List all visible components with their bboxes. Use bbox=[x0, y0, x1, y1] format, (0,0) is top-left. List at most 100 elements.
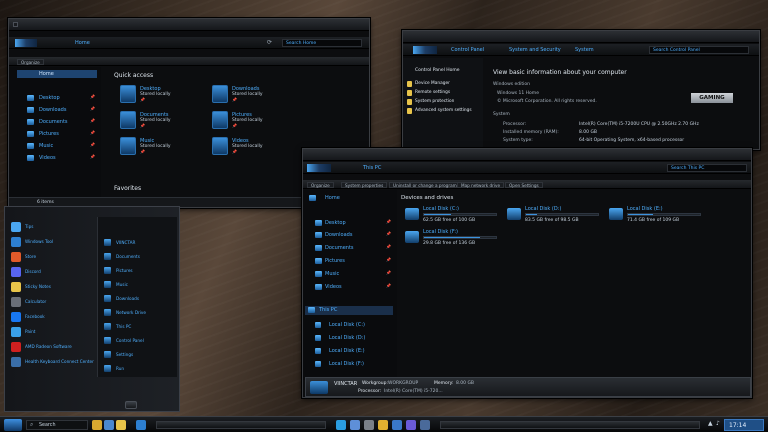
teams-icon[interactable] bbox=[406, 420, 416, 430]
nav-item-home[interactable]: Home bbox=[303, 194, 397, 203]
quick-access-tile[interactable]: Desktop Stored locally 📌 bbox=[120, 83, 200, 105]
start-link-network[interactable]: Network Drive bbox=[104, 307, 174, 319]
search-input[interactable]: Search Home bbox=[282, 39, 362, 47]
nav-item-documents[interactable]: Documents 📌 bbox=[9, 118, 101, 127]
start-item-label: Calculator bbox=[25, 299, 47, 304]
chrome-icon[interactable] bbox=[378, 420, 388, 430]
start-menu[interactable]: Tips Windows Tool Store Discord Sticky N… bbox=[4, 206, 180, 412]
nav-item-drive-e[interactable]: Local Disk (E:) bbox=[303, 347, 397, 356]
start-item-facebook[interactable]: Facebook bbox=[11, 311, 91, 323]
open-settings-button[interactable]: Open Settings bbox=[505, 182, 543, 188]
quick-access-tile[interactable]: Pictures Stored locally 📌 bbox=[212, 109, 292, 131]
uninstall-program-button[interactable]: Uninstall or change a program bbox=[389, 182, 461, 188]
start-left-column: Tips Windows Tool Store Discord Sticky N… bbox=[5, 213, 97, 383]
nav-item-desktop[interactable]: Desktop 📌 bbox=[303, 219, 397, 228]
store-icon[interactable] bbox=[350, 420, 360, 430]
network-icon[interactable]: ▲ bbox=[708, 420, 713, 427]
nav-item-this-pc[interactable]: This PC bbox=[305, 306, 393, 315]
mail-icon[interactable] bbox=[392, 420, 402, 430]
volume-icon[interactable]: ♪ bbox=[716, 420, 720, 427]
start-item-windows-tool[interactable]: Windows Tool bbox=[11, 236, 91, 248]
system-properties-button[interactable]: System properties bbox=[341, 182, 388, 188]
quick-access-tile[interactable]: Documents Stored locally 📌 bbox=[120, 109, 200, 131]
address-bar[interactable]: Home ⟳ Search Home bbox=[9, 37, 369, 49]
taskbar-search[interactable]: ⌕ Search bbox=[26, 420, 88, 430]
start-item-calculator[interactable]: Calculator bbox=[11, 296, 91, 308]
breadcrumb-control-panel[interactable]: Control Panel bbox=[451, 47, 484, 53]
title-bar[interactable] bbox=[9, 19, 369, 31]
start-link-this-pc[interactable]: This PC bbox=[104, 321, 174, 333]
address-bar[interactable]: This PC Search This PC bbox=[303, 162, 751, 174]
sidebar-link-protection[interactable]: System protection bbox=[407, 98, 483, 106]
nav-item-music[interactable]: Music 📌 bbox=[303, 270, 397, 279]
start-item-store[interactable]: Store bbox=[11, 251, 91, 263]
sidebar-link-device-manager[interactable]: Device Manager bbox=[407, 80, 483, 88]
control-panel-window[interactable]: Control Panel System and Security System… bbox=[402, 30, 760, 150]
start-link-pictures[interactable]: Pictures bbox=[104, 265, 174, 277]
nav-item-drive-d[interactable]: Local Disk (D:) bbox=[303, 334, 397, 343]
nav-item-videos[interactable]: Videos 📌 bbox=[303, 283, 397, 292]
drive-tile[interactable]: Local Disk (D:) 83.5 GB free of 98.5 GB bbox=[507, 205, 602, 227]
nav-item-videos[interactable]: Videos 📌 bbox=[9, 154, 101, 163]
start-link-run[interactable]: Run bbox=[104, 363, 174, 375]
sidebar-link-home[interactable]: Control Panel Home bbox=[415, 68, 460, 73]
quick-access-tile[interactable]: Videos Stored locally 📌 bbox=[212, 135, 292, 157]
drive-tile[interactable]: Local Disk (C:) 62.5 GB free of 100 GB bbox=[405, 205, 500, 227]
start-link-settings[interactable]: Settings bbox=[104, 349, 174, 361]
nav-item-drive-f[interactable]: Local Disk (F:) bbox=[303, 360, 397, 369]
search-input[interactable]: Search This PC bbox=[667, 164, 747, 172]
title-bar[interactable] bbox=[403, 31, 759, 43]
drive-tile[interactable]: Local Disk (E:) 71.4 GB free of 109 GB bbox=[609, 205, 704, 227]
file-explorer-icon[interactable] bbox=[136, 420, 146, 430]
nav-item-home[interactable]: Home bbox=[17, 70, 97, 78]
nav-item-documents[interactable]: Documents 📌 bbox=[303, 244, 397, 253]
nav-item-downloads[interactable]: Downloads 📌 bbox=[9, 106, 101, 115]
edge-icon[interactable] bbox=[336, 420, 346, 430]
quick-access-tile[interactable]: Downloads Stored locally 📌 bbox=[212, 83, 292, 105]
nav-item-downloads[interactable]: Downloads 📌 bbox=[303, 231, 397, 240]
sidebar-link-remote[interactable]: Remote settings bbox=[407, 89, 483, 97]
organize-button[interactable]: Organize bbox=[17, 59, 44, 65]
drive-icon bbox=[405, 231, 419, 243]
settings-icon[interactable] bbox=[364, 420, 374, 430]
explorer-icon[interactable] bbox=[116, 420, 126, 430]
app-icon[interactable] bbox=[420, 420, 430, 430]
breadcrumb-system[interactable]: System bbox=[575, 47, 594, 53]
task-view-icon[interactable] bbox=[104, 420, 114, 430]
refresh-icon[interactable]: ⟳ bbox=[267, 39, 272, 46]
sidebar-link-advanced[interactable]: Advanced system settings bbox=[407, 107, 483, 115]
start-link-control-panel[interactable]: Control Panel bbox=[104, 335, 174, 347]
start-link-user[interactable]: VIINCTAR bbox=[104, 237, 174, 249]
clock[interactable]: 17:14 bbox=[724, 419, 764, 431]
quick-access-tile[interactable]: Music Stored locally 📌 bbox=[120, 135, 200, 157]
start-link-documents[interactable]: Documents bbox=[104, 251, 174, 263]
this-pc-window[interactable]: This PC Search This PC Organize System p… bbox=[302, 148, 752, 398]
widgets-icon[interactable] bbox=[92, 420, 102, 430]
nav-item-pictures[interactable]: Pictures 📌 bbox=[303, 257, 397, 266]
start-item-keyboard-center[interactable]: Health Keyboard Connect Center bbox=[11, 356, 94, 368]
start-link-downloads[interactable]: Downloads bbox=[104, 293, 174, 305]
minimize-button[interactable] bbox=[13, 22, 18, 27]
start-item-amd[interactable]: AMD Radeon Software bbox=[11, 341, 91, 353]
drive-icon bbox=[609, 208, 623, 220]
nav-item-pictures[interactable]: Pictures 📌 bbox=[9, 130, 101, 139]
address-path[interactable]: This PC bbox=[363, 165, 381, 171]
start-link-music[interactable]: Music bbox=[104, 279, 174, 291]
map-network-drive-button[interactable]: Map network drive bbox=[457, 182, 505, 188]
nav-item-drive-c[interactable]: Local Disk (C:) bbox=[303, 321, 397, 330]
organize-button[interactable]: Organize bbox=[307, 182, 334, 188]
start-item-sticky-notes[interactable]: Sticky Notes bbox=[11, 281, 91, 293]
drive-tile[interactable]: Local Disk (F:) 29.8 GB free of 136 GB bbox=[405, 228, 500, 250]
address-path[interactable]: Home bbox=[75, 40, 90, 46]
nav-item-music[interactable]: Music 📌 bbox=[9, 142, 101, 151]
start-item-paint[interactable]: Paint bbox=[11, 326, 91, 338]
nav-item-desktop[interactable]: Desktop 📌 bbox=[9, 94, 101, 103]
search-input[interactable]: Search Control Panel bbox=[649, 46, 749, 54]
start-item-discord[interactable]: Discord bbox=[11, 266, 91, 278]
breadcrumb-system-security[interactable]: System and Security bbox=[509, 47, 561, 53]
address-bar[interactable]: Control Panel System and Security System… bbox=[403, 44, 759, 56]
power-button[interactable] bbox=[125, 401, 137, 409]
title-bar[interactable] bbox=[303, 149, 751, 161]
start-item-tips[interactable]: Tips bbox=[11, 221, 91, 233]
start-button[interactable] bbox=[4, 419, 22, 431]
